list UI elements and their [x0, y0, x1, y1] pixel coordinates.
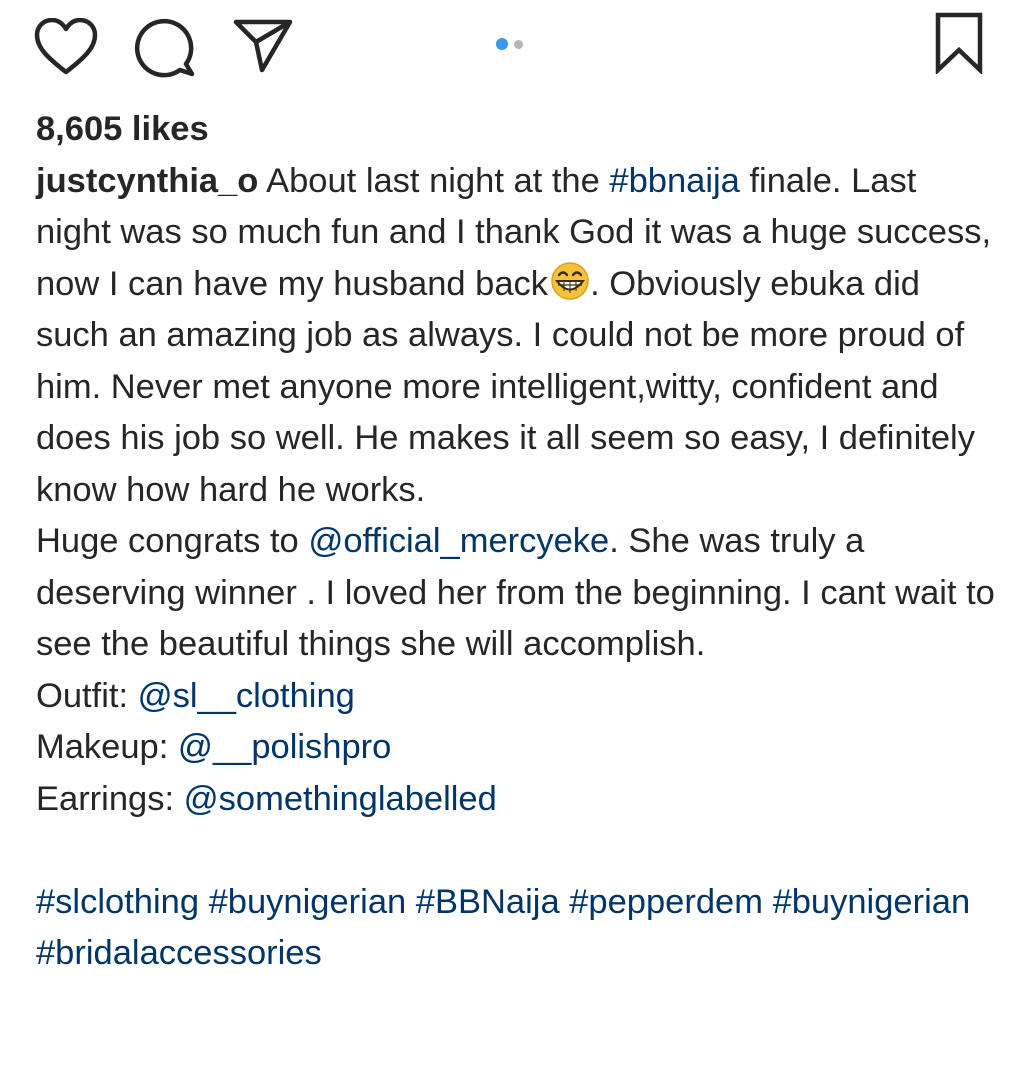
caption-paragraph: Huge congrats to @official_mercyeke. She… [36, 516, 996, 671]
credit-earrings: Earrings: @somethinglabelled [36, 774, 996, 826]
credit-outfit: Outfit: @sl__clothing [36, 671, 996, 723]
mention-link[interactable]: @__polishpro [178, 728, 391, 766]
hashtag-list: #slclothing #buynigerian #BBNaija #peppe… [36, 877, 996, 980]
heart-icon[interactable] [34, 18, 98, 76]
grinning-emoji [550, 261, 590, 301]
carousel-dot-active [496, 38, 508, 50]
mention-link[interactable]: @somethinglabelled [184, 780, 497, 818]
credit-makeup: Makeup: @__polishpro [36, 722, 996, 774]
hashtag-link[interactable]: #BBNaija [416, 883, 560, 921]
carousel-dot [514, 39, 523, 49]
credit-label: Earrings: [36, 779, 184, 818]
comment-icon[interactable] [134, 18, 198, 78]
caption-text: About last night at the [266, 161, 610, 200]
username-link[interactable]: justcynthia_o [36, 162, 258, 200]
caption-text: Huge congrats to [36, 522, 309, 560]
hashtag-link[interactable]: #bbnaija [609, 162, 739, 200]
carousel-indicator [496, 38, 523, 50]
hashtag-link[interactable]: #buynigerian [209, 883, 407, 921]
post-caption: justcynthia_o About last night at the #b… [36, 156, 996, 980]
share-icon[interactable] [232, 16, 294, 74]
like-count[interactable]: 8,605 likes [36, 104, 996, 156]
hashtag-link[interactable]: #slclothing [36, 883, 199, 921]
hashtag-link[interactable]: #bridalaccessories [36, 934, 322, 972]
credit-label: Makeup: [36, 728, 178, 766]
bookmark-icon[interactable] [934, 12, 984, 74]
credit-label: Outfit: [36, 676, 138, 715]
mention-link[interactable]: @sl__clothing [138, 677, 355, 715]
post-content: 8,605 likes justcynthia_o About last nig… [36, 104, 996, 980]
post-action-bar [0, 0, 1024, 100]
hashtag-link[interactable]: #pepperdem [569, 883, 763, 921]
mention-link[interactable]: @official_mercyeke [308, 522, 609, 560]
hashtag-link[interactable]: #buynigerian [773, 883, 971, 921]
